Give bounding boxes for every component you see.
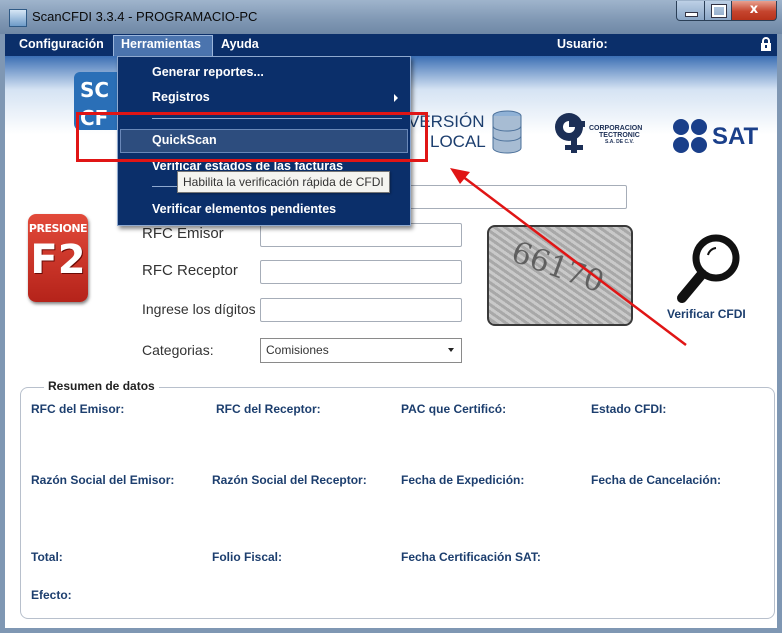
database-icon <box>492 110 522 154</box>
sat-dots-icon <box>673 119 707 153</box>
menu-item-registros[interactable]: Registros <box>152 90 210 104</box>
menu-item-verificar-pendientes[interactable]: Verificar elementos pendientes <box>152 202 336 216</box>
red-arrow-annotation <box>450 168 687 346</box>
captcha-digits-input[interactable] <box>260 298 462 322</box>
summary-total: Total: <box>31 550 63 564</box>
tectronic-icon <box>555 113 585 153</box>
app-icon <box>9 9 27 27</box>
categories-select[interactable]: Comisiones <box>260 338 462 363</box>
rfc-receptor-label: RFC Receptor <box>142 262 238 279</box>
menu-ayuda[interactable]: Ayuda <box>221 37 259 51</box>
corp-line3: S.A. DE C.V. <box>605 139 634 145</box>
minimize-button[interactable] <box>676 1 705 21</box>
summary-pac: PAC que Certificó: <box>401 402 507 416</box>
rfc-receptor-input[interactable] <box>260 260 462 284</box>
lock-icon[interactable] <box>760 37 772 52</box>
summary-estado: Estado CFDI: <box>591 402 667 416</box>
summary-rfc-receptor: RFC del Receptor: <box>216 402 321 416</box>
quickscan-tooltip: Habilita la verificación rápida de CFDI <box>177 171 390 193</box>
press-f2-logo: PRESIONE F2 <box>28 214 88 302</box>
window-frame-bottom <box>0 628 782 633</box>
summary-razon-emisor: Razón Social del Emisor: <box>31 473 175 487</box>
red-highlight-annotation <box>76 112 428 162</box>
corp-line1: CORPORACION <box>589 125 643 132</box>
rfc-emisor-label: RFC Emisor <box>142 225 224 242</box>
summary-folio-fiscal: Folio Fiscal: <box>212 550 283 564</box>
menu-configuracion[interactable]: Configuración <box>19 37 104 51</box>
summary-efecto: Efecto: <box>31 588 72 602</box>
corp-line2: TECTRONIC <box>599 132 640 139</box>
f2-line2: F2 <box>30 237 86 283</box>
summary-razon-receptor: Razón Social del Receptor: <box>212 473 367 487</box>
window-frame-right <box>777 34 782 633</box>
maximize-button[interactable] <box>704 1 732 21</box>
digits-label: Ingrese los dígitos <box>142 301 256 317</box>
summary-fecha-certificacion: Fecha Certificación SAT: <box>401 550 541 564</box>
summary-legend: Resumen de datos <box>44 379 159 393</box>
user-label: Usuario: <box>557 37 608 51</box>
rfc-emisor-input[interactable] <box>260 223 462 247</box>
f2-line1: PRESIONE <box>28 222 88 235</box>
submenu-arrow-icon <box>394 94 398 102</box>
menu-item-generar-reportes[interactable]: Generar reportes... <box>152 65 264 79</box>
close-button[interactable]: x <box>731 1 777 21</box>
menu-herramientas[interactable]: Herramientas <box>121 37 201 51</box>
summary-fecha-expedicion: Fecha de Expedición: <box>401 473 525 487</box>
summary-fecha-cancelacion: Fecha de Cancelación: <box>591 473 722 487</box>
summary-group <box>20 387 775 619</box>
categories-label: Categorias: <box>142 342 214 358</box>
summary-rfc-emisor: RFC del Emisor: <box>31 402 125 416</box>
window-title: ScanCFDI 3.3.4 - PROGRAMACIO-PC <box>32 9 258 24</box>
sat-text: SAT <box>712 123 759 150</box>
